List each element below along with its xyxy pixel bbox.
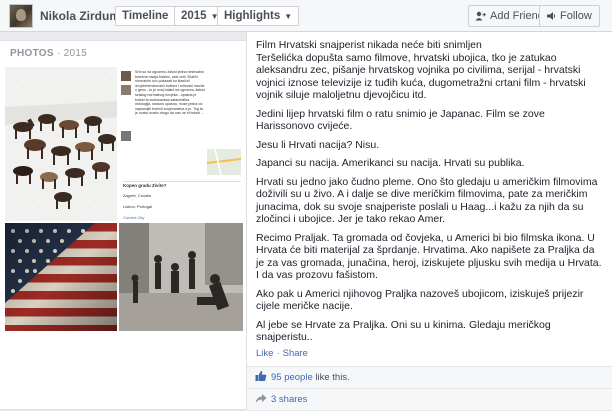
year-label: 2015 xyxy=(181,10,207,22)
profile-avatar[interactable] xyxy=(9,4,33,28)
add-friend-label: Add Friend xyxy=(490,10,544,22)
screenshot-label-0: Kopen gradu Zivite? xyxy=(123,183,167,188)
screenshot-text: Srbi su na ogromnu žalost jedna neshvatn… xyxy=(135,70,205,116)
likes-count-link[interactable]: 95 people xyxy=(271,372,313,383)
post-paragraph: Jedini lijep hrvatski film o ratu snimio… xyxy=(256,107,545,133)
small-map-thumbnail xyxy=(207,149,241,175)
screenshot-label-1: Zagreb, Croatia xyxy=(123,193,151,198)
photos-panel: PHOTOS · 2015 Srbi su na ogromnu žalost … xyxy=(0,40,248,410)
timeline-label: Timeline xyxy=(122,10,169,22)
post-paragraph: Japanci su nacija. Amerikanci su nacija.… xyxy=(256,157,525,169)
highlights-dropdown[interactable]: Highlights ▼ xyxy=(217,6,300,26)
follow-label: Follow xyxy=(560,10,592,22)
screenshot-label-2: Lisbon, Portugal xyxy=(123,204,152,209)
share-arrow-icon xyxy=(255,394,267,403)
post-paragraph: Recimo Praljak. Ta gromada od čovjeka, u… xyxy=(256,231,602,282)
screenshot-label-3: Current City xyxy=(123,215,145,220)
highlights-label: Highlights xyxy=(224,10,281,22)
likes-suffix: like this. xyxy=(312,372,350,383)
like-thumb-icon xyxy=(255,371,267,381)
add-friend-icon xyxy=(475,11,486,21)
follow-button[interactable]: Follow xyxy=(539,5,600,27)
horses-image xyxy=(5,67,117,221)
post-actions: Like · Share xyxy=(256,348,308,359)
shares-summary: 3 shares xyxy=(247,388,612,410)
photo-soldiers-street[interactable] xyxy=(118,222,244,332)
timeline-post: Film Hrvatski snajperist nikada neće bit… xyxy=(246,32,612,410)
screenshot-divider xyxy=(123,181,241,182)
post-paragraph: Film Hrvatski snajperist nikada neće bit… xyxy=(256,39,586,101)
share-link[interactable]: Share xyxy=(283,348,308,359)
follow-icon xyxy=(547,12,556,20)
post-paragraph: Al jebe se Hrvate za Praljka. Oni su u k… xyxy=(256,318,551,344)
photos-year: 2015 xyxy=(63,48,88,59)
post-paragraph: Hrvati su jedno jako čudno pleme. Ono št… xyxy=(256,175,598,226)
chevron-down-icon: ▼ xyxy=(284,12,293,21)
profile-name[interactable]: Nikola Zirdum xyxy=(40,9,120,23)
post-paragraph: Jesu li Hrvati nacija? Nisu. xyxy=(256,138,380,151)
photo-comment-screenshot[interactable]: Srbi su na ogromnu žalost jedna neshvatn… xyxy=(118,66,244,222)
like-link[interactable]: Like xyxy=(256,348,273,359)
photos-title: PHOTOS xyxy=(10,48,54,59)
post-paragraph: Ako pak u Americi njihovog Praljka nazov… xyxy=(256,287,584,313)
soldiers-image xyxy=(119,223,243,331)
separator-dot: · xyxy=(276,348,280,359)
photos-header: PHOTOS · 2015 xyxy=(10,48,88,59)
likes-summary: 95 people like this. xyxy=(247,366,612,388)
photo-horses-in-snow[interactable] xyxy=(4,66,118,222)
profile-nav-bar: Nikola Zirdum Timeline▼ 2015▼ Highlights… xyxy=(0,0,612,32)
us-flag-image xyxy=(5,223,117,331)
photo-us-flag[interactable] xyxy=(4,222,118,332)
shares-count-link[interactable]: 3 shares xyxy=(271,394,307,405)
post-body: Film Hrvatski snajperist nikada neće bit… xyxy=(256,39,602,350)
